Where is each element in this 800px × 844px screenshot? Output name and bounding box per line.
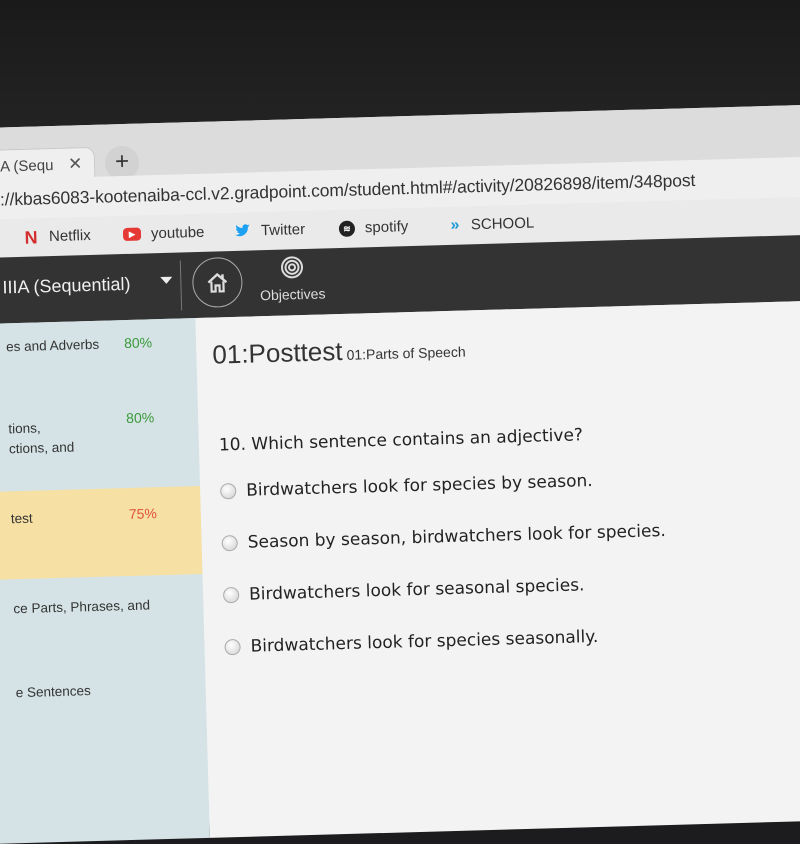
header-divider (179, 260, 183, 311)
bookmark-twitter[interactable]: Twitter (235, 220, 306, 240)
sidebar-item[interactable]: es and Adverbs 80% (0, 318, 198, 412)
radio-button[interactable] (221, 534, 238, 552)
course-title[interactable]: IIIA (Sequential) (2, 274, 131, 299)
close-tab-icon[interactable]: ✕ (68, 154, 83, 174)
objectives-button[interactable]: Objectives (252, 254, 333, 303)
answer-text: Birdwatchers look for species by season. (245, 471, 593, 501)
youtube-icon: ▶ (122, 227, 142, 242)
sidebar: es and Adverbs 80% tions, ctions, and 80… (0, 318, 210, 844)
radio-button[interactable] (224, 638, 241, 656)
objectives-icon (281, 256, 304, 279)
objectives-label: Objectives (259, 285, 326, 304)
bookmark-netflix[interactable]: N Netflix (23, 226, 91, 248)
netflix-icon: N (24, 226, 38, 248)
bookmark-label: SCHOOL (470, 214, 535, 234)
course-dropdown-icon[interactable] (160, 276, 173, 285)
answer-text: Birdwatchers look for seasonal species. (248, 575, 585, 605)
sidebar-item-percent: 80% (123, 334, 153, 352)
sidebar-item-label: tions, ctions, and (8, 420, 75, 457)
sidebar-item[interactable]: ce Parts, Phrases, and (0, 574, 205, 666)
sidebar-item-label: ce Parts, Phrases, and (13, 597, 151, 617)
school-icon: » (450, 216, 456, 234)
answer-option[interactable]: Birdwatchers look for species by season. (220, 471, 593, 501)
radio-button[interactable] (220, 482, 237, 500)
sidebar-item[interactable]: tions, ctions, and 80% (0, 406, 200, 492)
bookmark-label: Twitter (260, 220, 306, 240)
browser-window: A (Sequ ✕ + ://kbas6083-kootenaiba-ccl.v… (0, 103, 800, 844)
sidebar-item[interactable]: e Sentences (0, 660, 207, 752)
sidebar-item-label: es and Adverbs (5, 336, 100, 355)
sidebar-item-active[interactable]: test 75% (0, 485, 203, 580)
tab-title: A (Sequ (0, 156, 54, 176)
page-title: 01:Posttest 01:Parts of Speech (212, 333, 466, 371)
sidebar-item-percent: 75% (128, 505, 158, 522)
radio-button[interactable] (222, 586, 240, 604)
sidebar-item-label: test (10, 510, 33, 527)
question-text: 10. Which sentence contains an adjective… (218, 425, 584, 456)
activity-title: 01:Posttest (211, 335, 343, 370)
answer-text: Season by season, birdwatchers look for … (247, 521, 667, 553)
home-button[interactable] (191, 256, 244, 309)
answer-option[interactable]: Season by season, birdwatchers look for … (221, 521, 666, 553)
twitter-icon (235, 223, 251, 239)
bookmark-school[interactable]: » SCHOOL (445, 214, 535, 234)
bookmark-label: spotify (364, 218, 409, 237)
home-icon (207, 272, 228, 293)
spotify-icon: ≋ (338, 220, 356, 237)
sidebar-item-percent: 80% (125, 409, 155, 427)
answer-text: Birdwatchers look for species seasonally… (250, 626, 599, 657)
sidebar-item-label: e Sentences (15, 683, 92, 701)
bookmark-youtube[interactable]: ▶ youtube (122, 223, 205, 243)
bookmark-spotify[interactable]: ≋ spotify (338, 218, 409, 237)
activity-subtitle: 01:Parts of Speech (346, 343, 466, 363)
bookmark-label: Netflix (48, 226, 91, 246)
bookmark-label: youtube (150, 223, 205, 243)
main-content: 01:Posttest 01:Parts of Speech 10. Which … (195, 299, 800, 838)
answer-option[interactable]: Birdwatchers look for species seasonally… (224, 626, 599, 657)
answer-option[interactable]: Birdwatchers look for seasonal species. (222, 575, 585, 605)
